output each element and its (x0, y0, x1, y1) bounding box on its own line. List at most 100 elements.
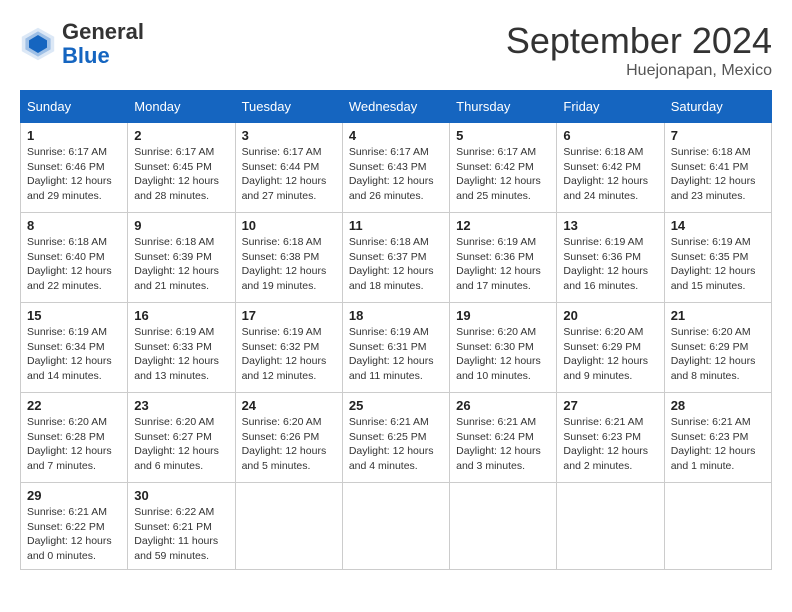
calendar-cell: 5 Sunrise: 6:17 AMSunset: 6:42 PMDaylight… (450, 123, 557, 213)
calendar-cell: 27 Sunrise: 6:21 AMSunset: 6:23 PMDayligh… (557, 393, 664, 483)
calendar-cell: 3 Sunrise: 6:17 AMSunset: 6:44 PMDaylight… (235, 123, 342, 213)
calendar-cell: 13 Sunrise: 6:19 AMSunset: 6:36 PMDayligh… (557, 213, 664, 303)
calendar-cell: 23Sunrise: 6:20 AMSunset: 6:27 PMDayligh… (128, 393, 235, 483)
day-of-week-header: Wednesday (342, 91, 449, 123)
page-header: General Blue September 2024 Huejonapan, … (20, 20, 772, 80)
day-number: 12 (456, 218, 550, 233)
day-number: 9 (134, 218, 228, 233)
day-info: Sunrise: 6:17 AMSunset: 6:42 PMDaylight:… (456, 145, 550, 204)
day-number: 15 (27, 308, 121, 323)
day-number: 4 (349, 128, 443, 143)
day-info: Sunrise: 6:21 AMSunset: 6:22 PMDaylight:… (27, 505, 121, 564)
day-number: 16 (134, 308, 228, 323)
calendar-week-row: 1 Sunrise: 6:17 AMSunset: 6:46 PMDaylight… (21, 123, 772, 213)
calendar-cell: 4 Sunrise: 6:17 AMSunset: 6:43 PMDaylight… (342, 123, 449, 213)
day-info: Sunrise: 6:21 AMSunset: 6:23 PMDaylight:… (671, 415, 765, 474)
location-title: Huejonapan, Mexico (506, 62, 772, 80)
day-of-week-header: Thursday (450, 91, 557, 123)
day-info: Sunrise: 6:18 AMSunset: 6:40 PMDaylight:… (27, 235, 121, 294)
calendar-body: 1 Sunrise: 6:17 AMSunset: 6:46 PMDaylight… (21, 123, 772, 570)
calendar-cell: 12 Sunrise: 6:19 AMSunset: 6:36 PMDayligh… (450, 213, 557, 303)
calendar-week-row: 15 Sunrise: 6:19 AMSunset: 6:34 PMDayligh… (21, 303, 772, 393)
day-number: 20 (563, 308, 657, 323)
day-of-week-header: Sunday (21, 91, 128, 123)
day-number: 3 (242, 128, 336, 143)
calendar-cell (235, 483, 342, 570)
day-info: Sunrise: 6:19 AMSunset: 6:34 PMDaylight:… (27, 325, 121, 384)
day-number: 28 (671, 398, 765, 413)
day-info: Sunrise: 6:20 AMSunset: 6:27 PMDaylight:… (134, 415, 228, 474)
calendar-cell: 30Sunrise: 6:22 AMSunset: 6:21 PMDayligh… (128, 483, 235, 570)
day-info: Sunrise: 6:19 AMSunset: 6:31 PMDaylight:… (349, 325, 443, 384)
day-info: Sunrise: 6:20 AMSunset: 6:29 PMDaylight:… (563, 325, 657, 384)
calendar-cell: 17Sunrise: 6:19 AMSunset: 6:32 PMDayligh… (235, 303, 342, 393)
calendar-cell: 29Sunrise: 6:21 AMSunset: 6:22 PMDayligh… (21, 483, 128, 570)
day-number: 13 (563, 218, 657, 233)
day-number: 25 (349, 398, 443, 413)
calendar-cell: 24 Sunrise: 6:20 AMSunset: 6:26 PMDayligh… (235, 393, 342, 483)
day-info: Sunrise: 6:18 AMSunset: 6:42 PMDaylight:… (563, 145, 657, 204)
day-number: 5 (456, 128, 550, 143)
day-number: 27 (563, 398, 657, 413)
day-info: Sunrise: 6:19 AMSunset: 6:36 PMDaylight:… (563, 235, 657, 294)
logo-general: General (62, 19, 144, 44)
logo: General Blue (20, 20, 144, 68)
calendar-cell (342, 483, 449, 570)
day-number: 19 (456, 308, 550, 323)
calendar-cell: 6Sunrise: 6:18 AMSunset: 6:42 PMDaylight… (557, 123, 664, 213)
day-info: Sunrise: 6:19 AMSunset: 6:36 PMDaylight:… (456, 235, 550, 294)
general-blue-logo-icon (20, 26, 56, 62)
calendar-cell: 14 Sunrise: 6:19 AMSunset: 6:35 PMDayligh… (664, 213, 771, 303)
day-info: Sunrise: 6:21 AMSunset: 6:24 PMDaylight:… (456, 415, 550, 474)
calendar-cell: 2Sunrise: 6:17 AMSunset: 6:45 PMDaylight… (128, 123, 235, 213)
calendar-cell (557, 483, 664, 570)
calendar-cell: 8 Sunrise: 6:18 AMSunset: 6:40 PMDaylight… (21, 213, 128, 303)
day-number: 26 (456, 398, 550, 413)
day-info: Sunrise: 6:21 AMSunset: 6:25 PMDaylight:… (349, 415, 443, 474)
calendar-week-row: 29Sunrise: 6:21 AMSunset: 6:22 PMDayligh… (21, 483, 772, 570)
day-info: Sunrise: 6:17 AMSunset: 6:45 PMDaylight:… (134, 145, 228, 204)
calendar-cell (664, 483, 771, 570)
calendar-cell: 11Sunrise: 6:18 AMSunset: 6:37 PMDayligh… (342, 213, 449, 303)
day-of-week-header: Monday (128, 91, 235, 123)
calendar-header: SundayMondayTuesdayWednesdayThursdayFrid… (21, 91, 772, 123)
day-of-week-header: Friday (557, 91, 664, 123)
day-number: 24 (242, 398, 336, 413)
logo-blue: Blue (62, 43, 110, 68)
day-number: 18 (349, 308, 443, 323)
day-info: Sunrise: 6:20 AMSunset: 6:28 PMDaylight:… (27, 415, 121, 474)
day-info: Sunrise: 6:20 AMSunset: 6:26 PMDaylight:… (242, 415, 336, 474)
calendar-cell: 25 Sunrise: 6:21 AMSunset: 6:25 PMDayligh… (342, 393, 449, 483)
calendar-cell: 7Sunrise: 6:18 AMSunset: 6:41 PMDaylight… (664, 123, 771, 213)
day-info: Sunrise: 6:19 AMSunset: 6:35 PMDaylight:… (671, 235, 765, 294)
day-info: Sunrise: 6:20 AMSunset: 6:29 PMDaylight:… (671, 325, 765, 384)
calendar-cell: 20 Sunrise: 6:20 AMSunset: 6:29 PMDayligh… (557, 303, 664, 393)
day-number: 17 (242, 308, 336, 323)
day-number: 14 (671, 218, 765, 233)
calendar-cell: 28 Sunrise: 6:21 AMSunset: 6:23 PMDayligh… (664, 393, 771, 483)
day-number: 21 (671, 308, 765, 323)
calendar-cell: 22Sunrise: 6:20 AMSunset: 6:28 PMDayligh… (21, 393, 128, 483)
calendar-cell: 9 Sunrise: 6:18 AMSunset: 6:39 PMDaylight… (128, 213, 235, 303)
calendar-cell: 16 Sunrise: 6:19 AMSunset: 6:33 PMDayligh… (128, 303, 235, 393)
day-info: Sunrise: 6:17 AMSunset: 6:46 PMDaylight:… (27, 145, 121, 204)
day-info: Sunrise: 6:19 AMSunset: 6:33 PMDaylight:… (134, 325, 228, 384)
day-info: Sunrise: 6:17 AMSunset: 6:44 PMDaylight:… (242, 145, 336, 204)
day-info: Sunrise: 6:20 AMSunset: 6:30 PMDaylight:… (456, 325, 550, 384)
calendar-cell: 21 Sunrise: 6:20 AMSunset: 6:29 PMDayligh… (664, 303, 771, 393)
calendar-cell (450, 483, 557, 570)
day-info: Sunrise: 6:18 AMSunset: 6:39 PMDaylight:… (134, 235, 228, 294)
calendar-cell: 1 Sunrise: 6:17 AMSunset: 6:46 PMDaylight… (21, 123, 128, 213)
days-of-week-row: SundayMondayTuesdayWednesdayThursdayFrid… (21, 91, 772, 123)
day-number: 1 (27, 128, 121, 143)
calendar-table: SundayMondayTuesdayWednesdayThursdayFrid… (20, 90, 772, 570)
logo-text: General Blue (62, 20, 144, 68)
day-of-week-header: Saturday (664, 91, 771, 123)
day-info: Sunrise: 6:18 AMSunset: 6:38 PMDaylight:… (242, 235, 336, 294)
day-info: Sunrise: 6:17 AMSunset: 6:43 PMDaylight:… (349, 145, 443, 204)
day-info: Sunrise: 6:22 AMSunset: 6:21 PMDaylight:… (134, 505, 228, 564)
calendar-cell: 26 Sunrise: 6:21 AMSunset: 6:24 PMDayligh… (450, 393, 557, 483)
month-title: September 2024 (506, 20, 772, 62)
day-number: 8 (27, 218, 121, 233)
day-info: Sunrise: 6:21 AMSunset: 6:23 PMDaylight:… (563, 415, 657, 474)
